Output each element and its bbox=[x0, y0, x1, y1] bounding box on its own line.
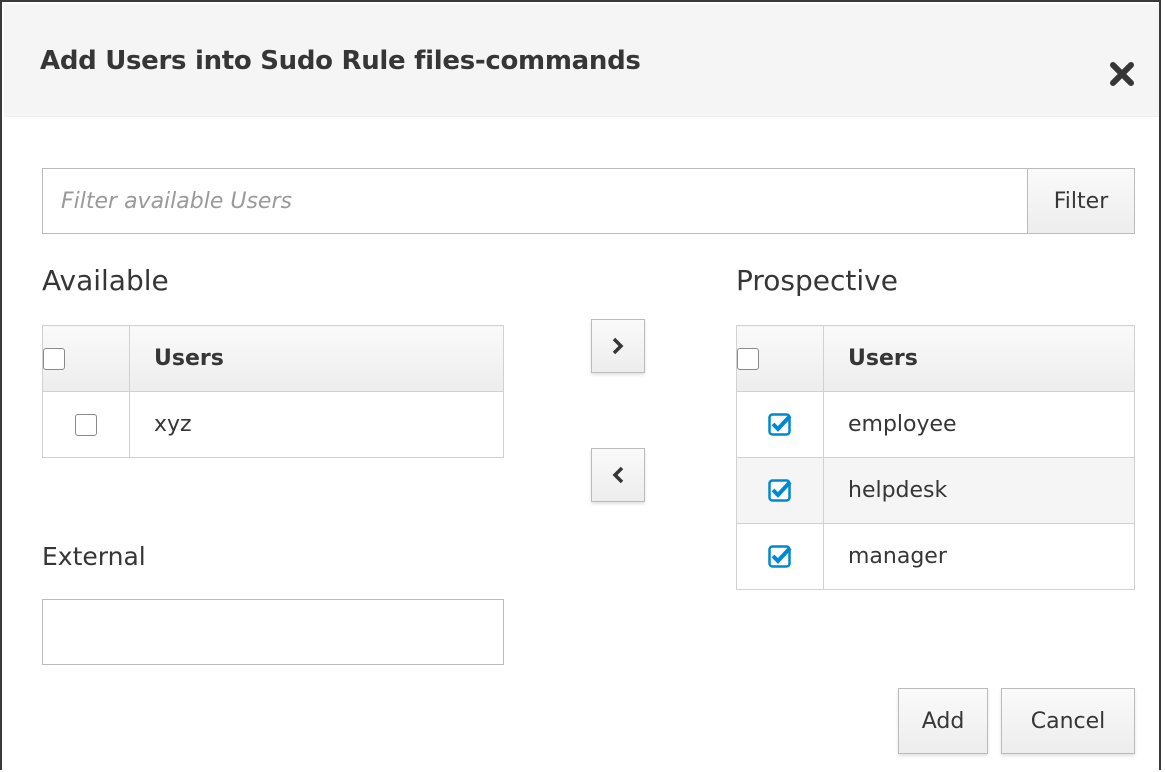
prospective-column-header: Users bbox=[823, 325, 1135, 392]
checkbox-icon[interactable] bbox=[43, 348, 65, 370]
cancel-button[interactable]: Cancel bbox=[1001, 688, 1135, 754]
dialog-header: Add Users into Sudo Rule files-commands bbox=[4, 4, 1159, 117]
checkbox-checked-icon[interactable] bbox=[768, 479, 792, 503]
available-table: Users xyz bbox=[42, 325, 504, 458]
checkbox-icon[interactable] bbox=[75, 414, 97, 436]
close-icon bbox=[1110, 62, 1134, 86]
user-name: manager bbox=[823, 523, 1135, 590]
close-button[interactable] bbox=[1102, 54, 1142, 94]
table-row[interactable]: manager bbox=[736, 523, 1135, 590]
add-users-dialog: Add Users into Sudo Rule files-commands … bbox=[0, 0, 1161, 770]
remove-from-prospective-button[interactable] bbox=[591, 448, 645, 502]
checkbox-checked-icon[interactable] bbox=[768, 545, 792, 569]
add-to-prospective-button[interactable] bbox=[591, 319, 645, 373]
user-name: xyz bbox=[129, 391, 504, 458]
user-name: helpdesk bbox=[823, 457, 1135, 524]
chevron-left-icon bbox=[612, 466, 624, 484]
checkbox-icon[interactable] bbox=[737, 348, 759, 370]
filter-button[interactable]: Filter bbox=[1027, 168, 1135, 234]
filter-input[interactable] bbox=[42, 168, 1028, 234]
dialog-title: Add Users into Sudo Rule files-commands bbox=[40, 46, 641, 76]
checkbox-checked-icon[interactable] bbox=[768, 413, 792, 437]
user-name: employee bbox=[823, 391, 1135, 458]
table-row[interactable]: employee bbox=[736, 391, 1135, 458]
available-select-all[interactable] bbox=[42, 325, 130, 392]
chevron-right-icon bbox=[612, 337, 624, 355]
external-input[interactable] bbox=[42, 599, 504, 665]
row-checkbox-cell[interactable] bbox=[736, 523, 824, 590]
row-checkbox-cell[interactable] bbox=[736, 391, 824, 458]
prospective-select-all[interactable] bbox=[736, 325, 824, 392]
prospective-label: Prospective bbox=[736, 264, 898, 297]
row-checkbox-cell[interactable] bbox=[736, 457, 824, 524]
table-row[interactable]: xyz bbox=[42, 391, 504, 458]
row-checkbox-cell[interactable] bbox=[42, 391, 130, 458]
add-button[interactable]: Add bbox=[898, 688, 988, 754]
available-column-header: Users bbox=[129, 325, 504, 392]
prospective-table: Users employee helpdesk manager bbox=[736, 325, 1135, 590]
available-label: Available bbox=[42, 264, 169, 297]
external-label: External bbox=[42, 542, 146, 571]
table-row[interactable]: helpdesk bbox=[736, 457, 1135, 524]
